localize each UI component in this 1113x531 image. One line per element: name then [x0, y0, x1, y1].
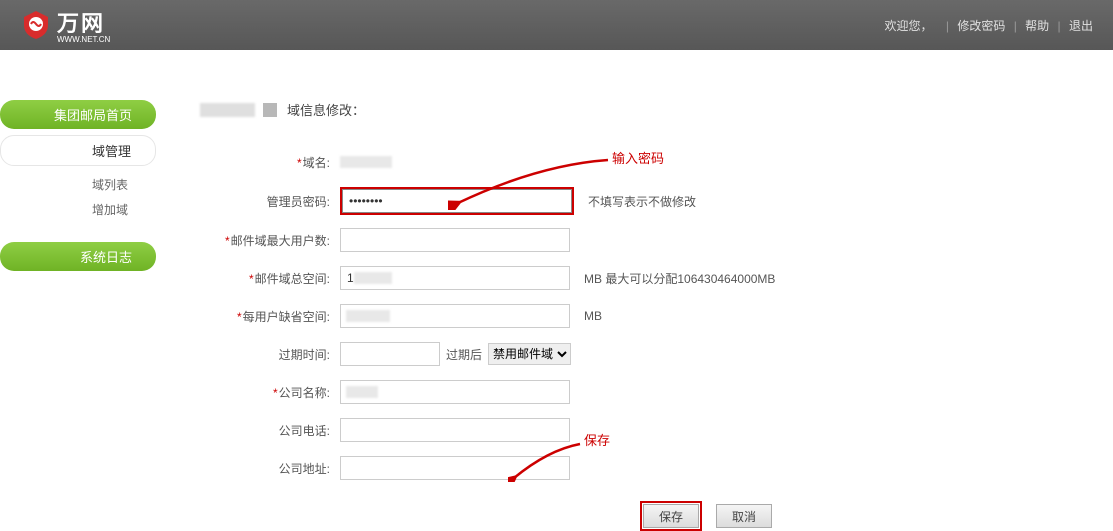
- domain-edit-form: *域名: 管理员密码: 不填写表示不做修改 *邮件域最大用户数: *邮件域总空间…: [200, 149, 1113, 531]
- sidebar-item-domain-mgmt[interactable]: 域管理: [0, 135, 156, 166]
- admin-pw-highlight: [340, 187, 574, 215]
- expire-after-text: 过期后: [446, 346, 482, 363]
- company-tel-label: 公司电话:: [279, 424, 330, 438]
- page-title: 域信息修改：: [287, 100, 365, 119]
- total-space-hint: 最大可以分配106430464000MB: [605, 272, 775, 286]
- help-link[interactable]: 帮助: [1025, 19, 1049, 33]
- expire-action-select[interactable]: 禁用邮件域: [488, 343, 571, 365]
- breadcrumb-redacted-1: [200, 103, 255, 117]
- logo-icon: [20, 9, 52, 41]
- annotation-input-password: 输入密码: [612, 148, 664, 167]
- expire-input[interactable]: [340, 342, 440, 366]
- domain-value-redacted: [340, 156, 392, 168]
- logo-text: 万网: [57, 11, 105, 36]
- admin-pw-hint: 不填写表示不做修改: [588, 193, 696, 210]
- sidebar-item-home[interactable]: 集团邮局首页: [0, 100, 156, 129]
- sidebar-item-add-domain[interactable]: 增加域: [0, 197, 156, 222]
- welcome-text: 欢迎您，: [885, 19, 933, 33]
- max-users-label: 邮件域最大用户数:: [231, 234, 330, 248]
- total-space-label: 邮件域总空间:: [255, 272, 330, 286]
- default-space-unit: MB: [584, 309, 602, 323]
- sidebar-item-system-log[interactable]: 系统日志: [0, 242, 156, 271]
- company-addr-label: 公司地址:: [279, 462, 330, 476]
- app-header: 万网 WWW.NET.CN 欢迎您， | 修改密码 | 帮助 | 退出: [0, 0, 1113, 50]
- annotation-save: 保存: [584, 430, 610, 449]
- default-space-label: 每用户缺省空间:: [243, 310, 330, 324]
- logout-link[interactable]: 退出: [1069, 19, 1093, 33]
- header-right: 欢迎您， | 修改密码 | 帮助 | 退出: [880, 17, 1094, 34]
- sidebar-item-domain-list[interactable]: 域列表: [0, 172, 156, 197]
- breadcrumb-redacted-2: [263, 103, 277, 117]
- total-space-redacted: [354, 272, 392, 284]
- save-button[interactable]: 保存: [643, 504, 699, 528]
- save-button-highlight: 保存: [640, 501, 702, 531]
- logo-subtext: WWW.NET.CN: [57, 35, 110, 44]
- logo: 万网 WWW.NET.CN: [20, 6, 110, 44]
- company-name-redacted: [346, 386, 378, 398]
- breadcrumb: 域信息修改：: [200, 100, 1113, 119]
- sidebar: 集团邮局首页 域管理 域列表 增加域 系统日志: [0, 100, 156, 277]
- company-addr-input[interactable]: [340, 456, 570, 480]
- admin-pw-label: 管理员密码:: [267, 195, 330, 209]
- admin-pw-input[interactable]: [342, 189, 572, 213]
- total-space-unit: MB: [584, 272, 602, 286]
- company-tel-input[interactable]: [340, 418, 570, 442]
- cancel-button[interactable]: 取消: [716, 504, 772, 528]
- company-name-label: 公司名称:: [279, 386, 330, 400]
- main-content: 域信息修改： *域名: 管理员密码: 不填写表示不做修改 *邮件域最大用户数: …: [180, 50, 1113, 531]
- change-password-link[interactable]: 修改密码: [957, 19, 1005, 33]
- max-users-input[interactable]: [340, 228, 570, 252]
- default-space-redacted: [346, 310, 390, 322]
- domain-label: 域名:: [303, 156, 330, 170]
- expire-label: 过期时间:: [279, 348, 330, 362]
